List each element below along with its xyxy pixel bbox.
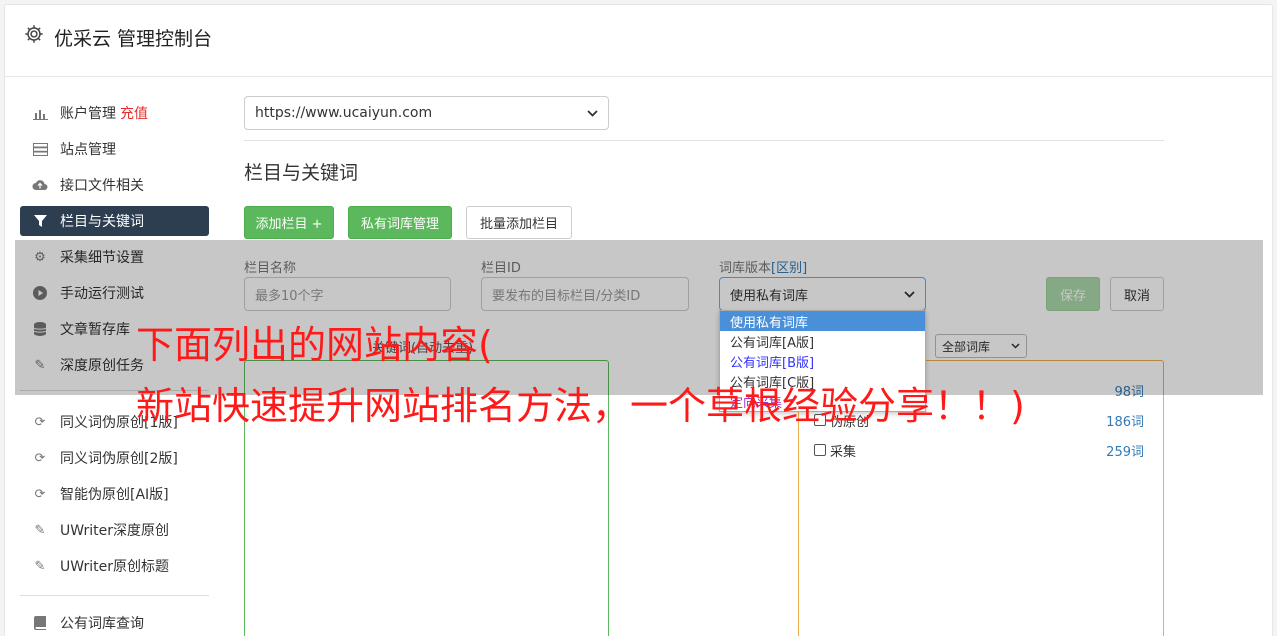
server-icon <box>32 141 48 157</box>
refresh-icon: ⟳ <box>34 486 46 502</box>
add-column-button[interactable]: 添加栏目 + <box>244 206 334 239</box>
sidebar-item-sites[interactable]: 站点管理 <box>20 134 209 164</box>
sidebar-item-label: 同义词伪原创[2版] <box>60 451 178 467</box>
sidebar-item-interface[interactable]: 接口文件相关 <box>20 170 209 200</box>
sidebar-item-label: UWriter原创标题 <box>60 559 169 575</box>
bar-chart-icon <box>32 105 48 121</box>
recharge-link[interactable]: 充值 <box>120 103 148 123</box>
private-lib-button[interactable]: 私有词库管理 <box>348 206 452 239</box>
refresh-icon: ⟳ <box>34 414 46 430</box>
dropdown-option[interactable]: 公有词库[B版] <box>720 351 925 371</box>
cloud-upload-icon <box>32 177 48 193</box>
sidebar-item-label: 站点管理 <box>60 142 116 158</box>
sidebar-item-synonym-v2[interactable]: ⟳ 同义词伪原创[2版] <box>20 443 209 473</box>
sidebar-item-label: UWriter深度原创 <box>60 523 169 539</box>
overlay-band <box>15 240 1263 395</box>
edit-icon: ✎ <box>34 522 46 538</box>
batch-add-button[interactable]: 批量添加栏目 <box>466 206 572 239</box>
page-title: 优采云 管理控制台 <box>54 28 213 50</box>
page-header: 优采云 管理控制台 <box>5 5 1272 77</box>
sidebar-item-label: 接口文件相关 <box>60 178 144 194</box>
chevron-down-icon <box>587 109 598 117</box>
wordlib-count: 259词 <box>1106 444 1144 460</box>
checkbox[interactable] <box>814 444 826 456</box>
sidebar-item-columns[interactable]: 栏目与关键词 <box>20 206 209 236</box>
sidebar-item-account[interactable]: 账户管理 充值 <box>20 98 209 128</box>
sidebar-item-label: 账户管理 <box>60 106 116 122</box>
sidebar-divider <box>20 595 209 596</box>
filter-icon <box>32 213 48 229</box>
edit-icon: ✎ <box>34 558 46 574</box>
sidebar-item-label: 公有词库查询 <box>60 616 144 632</box>
section-divider <box>244 140 1164 141</box>
gear-icon <box>25 25 43 43</box>
sidebar-item-label: 智能伪原创[AI版] <box>60 487 169 503</box>
caption-line-2: 新站快速提升网站排名方法，一个草根经验分享！！) <box>136 384 1025 428</box>
site-select-value: https://www.ucaiyun.com <box>255 105 433 121</box>
book-icon <box>32 615 48 631</box>
wordlib-row[interactable]: 采集 259词 <box>814 440 1144 460</box>
sidebar-item-ai-original[interactable]: ⟳ 智能伪原创[AI版] <box>20 479 209 509</box>
site-select[interactable]: https://www.ucaiyun.com <box>244 96 609 130</box>
refresh-icon: ⟳ <box>34 450 46 466</box>
sidebar-item-uwriter-deep[interactable]: ✎ UWriter深度原创 <box>20 515 209 545</box>
wordlib-name: 采集 <box>830 444 857 460</box>
sidebar-item-public-lib[interactable]: 公有词库查询 <box>20 608 209 636</box>
dropdown-option[interactable]: 公有词库[A版] <box>720 331 925 351</box>
wordlib-count: 186词 <box>1106 414 1144 430</box>
caption-line-1: 下面列出的网站内容( <box>136 323 493 367</box>
sidebar-item-uwriter-title[interactable]: ✎ UWriter原创标题 <box>20 551 209 581</box>
sidebar-item-label: 栏目与关键词 <box>60 214 144 230</box>
section-title: 栏目与关键词 <box>244 162 359 184</box>
dropdown-option[interactable]: 使用私有词库 <box>720 311 925 331</box>
